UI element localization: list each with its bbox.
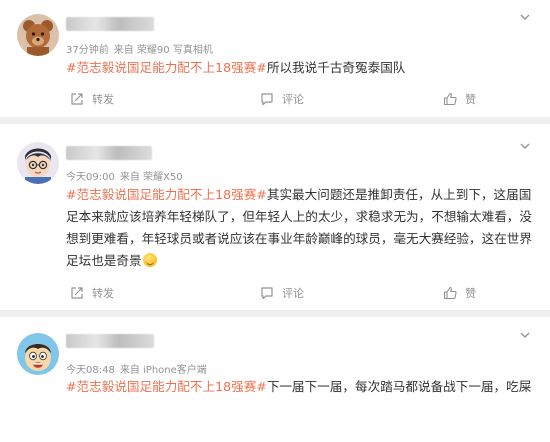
weibo-post: 今天08:48 来自 iPhone客户端 #范志毅说国足能力配不上18强赛#下一届…: [0, 317, 550, 442]
teddy-bear-avatar-icon[interactable]: [17, 14, 59, 56]
chevron-down-icon[interactable]: [517, 138, 533, 154]
post-content: #范志毅说国足能力配不上18强赛#下一届下一届，每次踏马都说备战下一届，吃屎: [66, 376, 536, 398]
comment-button[interactable]: 评论: [260, 284, 304, 302]
thumbs-up-icon: [443, 286, 457, 300]
weibo-post: 37分钟前 来自 荣耀90 写真相机 #范志毅说国足能力配不上18强赛#所以我说千…: [0, 0, 550, 117]
share-label: 转发: [92, 93, 114, 106]
post-time[interactable]: 今天08:48: [66, 365, 115, 376]
username-blurred[interactable]: [66, 334, 154, 348]
like-label: 赞: [465, 93, 476, 106]
post-content: #范志毅说国足能力配不上18强赛#所以我说千古奇冤泰国队: [66, 57, 536, 79]
like-label: 赞: [465, 287, 476, 300]
comment-label: 评论: [282, 93, 304, 106]
chevron-down-icon[interactable]: [517, 9, 533, 25]
topic-link[interactable]: #范志毅说国足能力配不上18强赛#: [66, 187, 267, 202]
topic-link[interactable]: #范志毅说国足能力配不上18强赛#: [66, 379, 267, 394]
like-button[interactable]: 赞: [443, 284, 476, 302]
username-blurred[interactable]: [66, 17, 154, 31]
like-button[interactable]: 赞: [443, 90, 476, 108]
share-button[interactable]: 转发: [70, 90, 114, 108]
weibo-post: 今天09:00 来自 荣耀X50 #范志毅说国足能力配不上18强赛#其实最大问题还…: [0, 124, 550, 310]
post-actions: 转发 评论 赞: [0, 284, 550, 302]
smile-emoji-icon: [142, 253, 157, 267]
post-time[interactable]: 37分钟前: [66, 45, 109, 56]
thumbs-up-icon: [443, 92, 457, 106]
post-text: 下一届下一届，每次踏马都说备战下一届，吃屎: [266, 379, 532, 394]
post-actions: 转发 评论 赞: [0, 90, 550, 108]
comment-icon: [260, 92, 274, 106]
cartoon-boy-glasses-avatar-icon[interactable]: [17, 142, 59, 184]
share-button[interactable]: 转发: [70, 284, 114, 302]
chevron-down-icon[interactable]: [517, 327, 533, 343]
comment-label: 评论: [282, 287, 304, 300]
cartoon-face-avatar-icon[interactable]: [17, 333, 59, 375]
post-source: 来自 荣耀X50: [119, 172, 183, 183]
post-content: #范志毅说国足能力配不上18强赛#其实最大问题还是推卸责任，从上到下，这届国足本…: [66, 184, 536, 272]
post-meta: 今天08:48 来自 iPhone客户端: [66, 361, 212, 376]
post-text: 所以我说千古奇冤泰国队: [266, 60, 406, 75]
post-meta: 37分钟前 来自 荣耀90 写真相机: [66, 41, 218, 56]
post-time[interactable]: 今天09:00: [66, 172, 115, 183]
post-source: 来自 iPhone客户端: [119, 365, 207, 376]
comment-button[interactable]: 评论: [260, 90, 304, 108]
topic-link[interactable]: #范志毅说国足能力配不上18强赛#: [66, 60, 267, 75]
share-icon: [70, 92, 84, 106]
share-label: 转发: [92, 287, 114, 300]
post-meta: 今天09:00 来自 荣耀X50: [66, 168, 188, 183]
username-blurred[interactable]: [66, 146, 152, 160]
comment-icon: [260, 286, 274, 300]
post-source: 来自 荣耀90 写真相机: [113, 45, 213, 56]
share-icon: [70, 286, 84, 300]
